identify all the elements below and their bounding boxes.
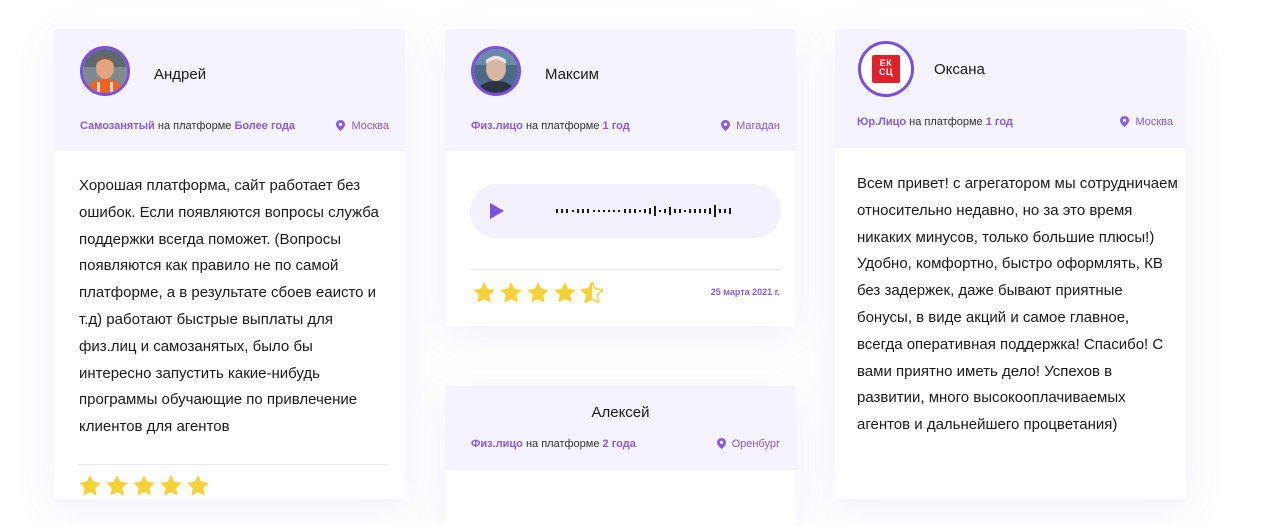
reviewer-status: Физ.лицо — [471, 438, 523, 450]
review-body — [445, 470, 796, 526]
location-pin-icon — [336, 120, 346, 131]
review-card-oksana: ЕК СЦ Оксана Юр.Лицо на платформе 1 год … — [835, 29, 1186, 499]
reviewer-meta: Юр.Лицо на платформе 1 год — [857, 116, 1013, 128]
platform-label: на платформе — [909, 116, 983, 128]
reviewer-meta: Самозанятый на платформе Более года — [80, 120, 295, 132]
reviewer-status: Самозанятый — [80, 120, 155, 132]
review-text: Хорошая платформа, сайт работает без оши… — [79, 177, 379, 436]
location-pin-icon — [721, 120, 731, 131]
reviewer-meta: Физ.лицо на платформе 2 года — [471, 438, 636, 450]
review-card-maxim: Максим Физ.лицо на платформе 1 год Магад… — [445, 29, 796, 326]
review-card-andrey: Андрей Самозанятый на платформе Более го… — [54, 29, 405, 499]
star-icon — [187, 475, 209, 496]
review-text: Всем привет! с агрегатором мы сотруднича… — [857, 175, 1178, 434]
star-half-icon — [581, 282, 603, 303]
reviewer-name: Оксана — [934, 61, 985, 78]
platform-duration: 1 год — [985, 116, 1013, 128]
star-icon — [473, 282, 495, 303]
review-card-aleksey: Алексей Физ.лицо на платформе 2 года Оре… — [445, 386, 796, 526]
divider — [79, 464, 389, 465]
play-icon[interactable] — [490, 203, 504, 219]
reviewer-location: Оренбург — [716, 438, 780, 450]
review-body: Всем привет! с агрегатором мы сотруднича… — [835, 148, 1186, 499]
review-body: 25 марта 2021 г. — [445, 151, 796, 326]
reviewer-location: Москва — [1120, 116, 1173, 128]
platform-label: на платформе — [525, 120, 600, 132]
review-date: 25 марта 2021 г. — [710, 287, 780, 297]
reviewer-status: Физ.лицо — [471, 120, 523, 132]
reviewer-name: Алексей — [591, 404, 650, 421]
location-city: Оренбург — [731, 438, 780, 450]
star-icon — [160, 475, 182, 496]
logo-text: ЕК СЦ — [878, 58, 894, 77]
reviewer-name: Максим — [545, 66, 599, 83]
reviewer-name: Андрей — [154, 66, 207, 83]
location-pin-icon — [716, 438, 726, 449]
star-icon — [133, 475, 155, 496]
location-pin-icon — [1120, 116, 1130, 127]
audio-player[interactable] — [470, 184, 781, 238]
reviewer-status: Юр.Лицо — [857, 116, 907, 128]
company-logo: ЕК СЦ — [858, 41, 914, 97]
star-icon — [79, 475, 101, 496]
avatar — [80, 46, 130, 96]
star-icon — [554, 282, 576, 303]
platform-duration: Более года — [234, 120, 296, 132]
rating-stars — [79, 475, 209, 496]
waveform[interactable] — [556, 201, 750, 221]
avatar — [471, 46, 521, 96]
reviewer-meta: Физ.лицо на платформе 1 год — [471, 120, 630, 132]
star-icon — [500, 282, 522, 303]
location-city: Москва — [1135, 116, 1173, 128]
review-body: Хорошая платформа, сайт работает без оши… — [54, 151, 405, 499]
platform-duration: 2 года — [602, 438, 636, 450]
reviewer-location: Магадан — [721, 120, 780, 132]
location-city: Москва — [351, 120, 389, 132]
divider — [470, 269, 780, 270]
rating-stars — [473, 282, 603, 303]
reviewer-location: Москва — [336, 120, 389, 132]
platform-label: на платформе — [525, 438, 600, 450]
platform-label: на платформе — [157, 120, 232, 132]
location-city: Магадан — [736, 120, 780, 132]
platform-duration: 1 год — [602, 120, 630, 132]
star-icon — [106, 475, 128, 496]
star-icon — [527, 282, 549, 303]
